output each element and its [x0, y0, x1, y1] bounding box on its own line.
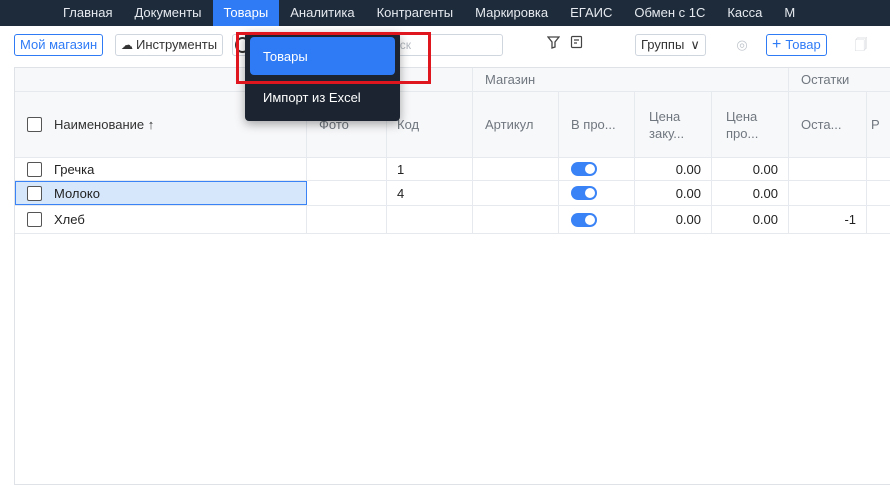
row-buy-price: 0.00 — [635, 181, 712, 205]
row-article — [473, 206, 559, 233]
row-name: Гречка — [54, 161, 95, 177]
row-code — [387, 206, 473, 233]
row-buy-price: 0.00 — [635, 206, 712, 233]
tools-label: Инструменты — [136, 37, 218, 52]
chevron-down-icon: ∨ — [690, 37, 700, 52]
row-checkbox[interactable] — [27, 212, 42, 227]
row-stock: -1 — [789, 206, 867, 233]
groups-dropdown[interactable]: Группы ∨ — [635, 34, 706, 56]
row-photo — [307, 158, 387, 180]
table-row[interactable]: Хлеб 0.00 0.00 -1 — [15, 206, 890, 234]
settings-icon[interactable] — [564, 34, 588, 56]
row-photo — [307, 181, 387, 205]
nav-item-marking[interactable]: Маркировка — [464, 0, 559, 26]
row-checkbox[interactable] — [27, 185, 42, 201]
column-name-label: Наименование ↑ — [54, 117, 155, 132]
nav-item-1c-exchange[interactable]: Обмен с 1С — [623, 0, 716, 26]
highlight-box — [236, 32, 431, 84]
delete-icon[interactable]: 🗍 — [849, 34, 873, 56]
nav-item-main[interactable]: Главная — [52, 0, 123, 26]
view-icon[interactable]: ◎ — [730, 34, 754, 56]
nav-item-products[interactable]: Товары — [212, 0, 280, 26]
table-group-header: Магазин Остатки — [15, 68, 890, 92]
nav-item-cashier[interactable]: Касса — [716, 0, 773, 26]
table-row[interactable]: Гречка 1 0.00 0.00 — [15, 158, 890, 181]
row-photo — [307, 206, 387, 233]
nav-item-documents[interactable]: Документы — [123, 0, 212, 26]
column-sell-price[interactable]: Цена про... — [712, 92, 789, 157]
group-header-shop: Магазин — [473, 68, 789, 91]
add-product-label: Товар — [785, 37, 821, 52]
row-article — [473, 158, 559, 180]
nav-item-counterparties[interactable]: Контрагенты — [366, 0, 465, 26]
row-on-sale — [559, 206, 635, 233]
tools-button[interactable]: ☁ Инструменты — [115, 34, 224, 56]
nav-item-analytics[interactable]: Аналитика — [279, 0, 365, 26]
group-header-stock: Остатки — [789, 68, 890, 91]
top-nav: Главная Документы Товары Аналитика Контр… — [0, 0, 890, 26]
row-name: Молоко — [54, 185, 100, 201]
row-sell-price: 0.00 — [712, 181, 789, 205]
column-buy-price[interactable]: Цена заку... — [635, 92, 712, 157]
add-product-button[interactable]: + Товар — [766, 34, 827, 56]
row-sell-price: 0.00 — [712, 206, 789, 233]
nav-item-more[interactable]: М — [773, 0, 806, 26]
on-sale-toggle[interactable] — [571, 162, 597, 176]
row-name-cell: Гречка — [15, 158, 307, 180]
column-on-sale[interactable]: В про... — [559, 92, 635, 157]
my-shop-button[interactable]: Мой магазин — [14, 34, 104, 56]
row-sell-price: 0.00 — [712, 158, 789, 180]
cloud-icon: ☁ — [121, 38, 133, 52]
row-buy-price: 0.00 — [635, 158, 712, 180]
row-code: 4 — [387, 181, 473, 205]
toolbar: Мой магазин ☁ Инструменты иск Группы ∨ ◎… — [0, 26, 890, 66]
table-row[interactable]: Молоко 4 0.00 0.00 — [15, 181, 890, 206]
filter-icon[interactable] — [541, 34, 565, 56]
column-stock[interactable]: Оста... — [789, 92, 867, 157]
groups-label: Группы — [641, 37, 685, 52]
plus-icon: + — [772, 36, 782, 53]
on-sale-toggle[interactable] — [571, 186, 597, 200]
column-article[interactable]: Артикул — [473, 92, 559, 157]
row-checkbox[interactable] — [27, 161, 42, 177]
table-header: Наименование ↑ Фото Код Артикул В про...… — [15, 92, 890, 158]
column-extra[interactable]: Р — [867, 92, 890, 157]
row-code: 1 — [387, 158, 473, 180]
row-stock — [789, 181, 867, 205]
row-article — [473, 181, 559, 205]
row-on-sale — [559, 181, 635, 205]
row-name-cell: Молоко — [15, 181, 307, 205]
row-on-sale — [559, 158, 635, 180]
on-sale-toggle[interactable] — [571, 212, 597, 227]
row-name-cell: Хлеб — [15, 206, 307, 233]
row-stock — [789, 158, 867, 180]
row-name: Хлеб — [54, 212, 85, 227]
select-all-checkbox[interactable] — [27, 117, 42, 132]
products-table: Магазин Остатки Наименование ↑ Фото Код … — [14, 67, 890, 485]
nav-item-egais[interactable]: ЕГАИС — [559, 0, 623, 26]
